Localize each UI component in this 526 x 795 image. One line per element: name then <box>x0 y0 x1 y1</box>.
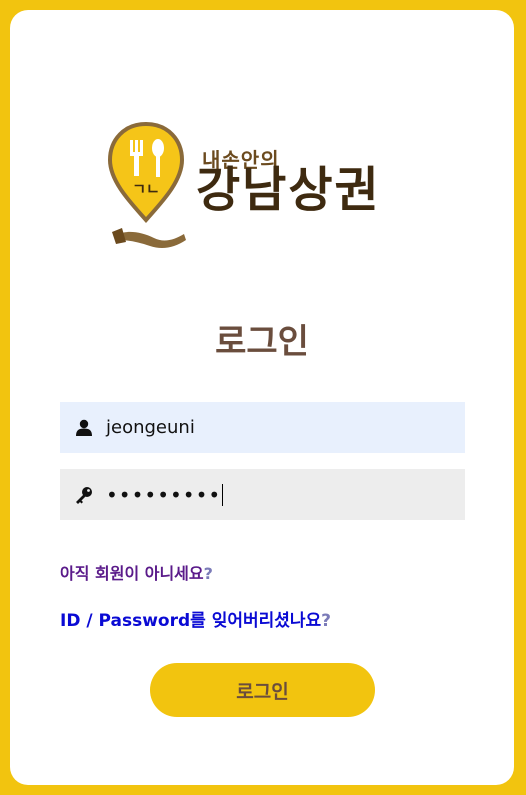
password-field[interactable]: ••••••••• <box>60 469 465 520</box>
app-logo: ㄱㄴ 내손안의 강남상권 <box>108 122 438 262</box>
login-card: ㄱㄴ 내손안의 강남상권 로그인 jeongeuni ••••••••• 아직 … <box>10 10 514 785</box>
login-button-label: 로그인 <box>236 680 289 703</box>
login-button[interactable]: 로그인 <box>150 663 375 717</box>
signup-question-mark: ? <box>203 564 213 583</box>
text-caret <box>222 483 224 506</box>
forgot-link-text: ID / Password를 잊어버리셨나요 <box>60 611 322 631</box>
password-value: ••••••••• <box>106 482 222 507</box>
forgot-password-link[interactable]: ID / Password를 잊어버리셨나요? <box>60 606 331 631</box>
page-title: 로그인 <box>215 322 309 362</box>
signup-link[interactable]: 아직 회원이 아니세요? <box>60 560 213 584</box>
key-icon <box>62 486 106 504</box>
forgot-question-mark: ? <box>321 611 332 631</box>
username-field[interactable]: jeongeuni <box>60 402 465 453</box>
map-pin-logo-icon: ㄱㄴ <box>108 122 186 248</box>
logo-badge-text: ㄱㄴ <box>132 180 160 198</box>
user-icon <box>62 419 106 437</box>
username-value: jeongeuni <box>106 417 195 438</box>
signup-link-text: 아직 회원이 아니세요 <box>60 564 204 583</box>
logo-title: 강남상권 <box>196 162 381 218</box>
